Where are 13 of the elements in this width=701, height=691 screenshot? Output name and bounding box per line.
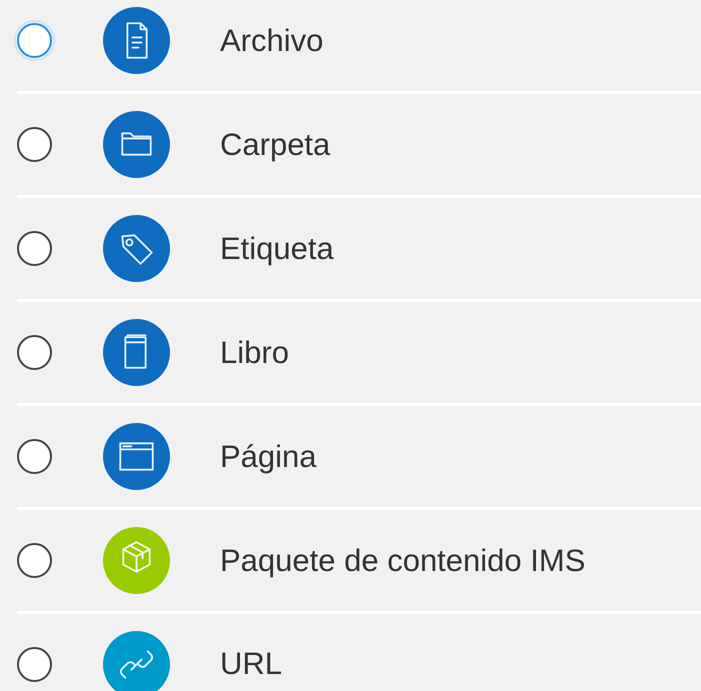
radio-button[interactable] <box>17 127 52 162</box>
option-label: Paquete de contenido IMS <box>220 542 586 578</box>
radio-button[interactable] <box>17 439 52 474</box>
option-label: Etiqueta <box>220 230 334 266</box>
option-label: Archivo <box>220 22 324 58</box>
radio-button[interactable] <box>17 543 52 578</box>
radio-button[interactable] <box>17 647 52 682</box>
option-label: Libro <box>220 334 289 370</box>
option-label: Página <box>220 438 317 474</box>
radio-button[interactable] <box>17 231 52 266</box>
radio-button[interactable] <box>17 335 52 370</box>
option-label: Carpeta <box>220 126 330 162</box>
option-label: URL <box>220 646 282 682</box>
